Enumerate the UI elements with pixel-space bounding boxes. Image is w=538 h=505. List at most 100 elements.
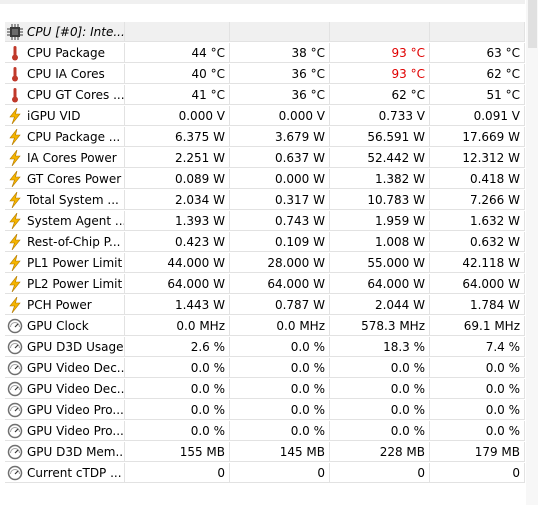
group-label-cell: CPU [#0]: Inte... [5, 22, 125, 42]
current-cell: 155 MB [125, 442, 230, 462]
sensor-row[interactable]: GT Cores Power 0.089 W 0.000 W 1.382 W 0.418… [5, 169, 525, 190]
sensor-row[interactable]: CPU GT Cores ... 41 °C 36 °C 62 °C 51 °C [5, 85, 525, 106]
lightning-icon [7, 254, 23, 272]
sensor-label: GPU D3D Mem... [27, 445, 125, 459]
avg-cell: 17.669 W [430, 127, 525, 147]
current-cell: 0.0 % [125, 358, 230, 378]
avg-cell: 64.000 W [430, 274, 525, 294]
sensor-row[interactable]: CPU Package 44 °C 38 °C 93 °C 63 °C [5, 43, 525, 64]
sensor-row[interactable]: GPU D3D Usage 2.6 % 0.0 % 18.3 % 7.4 % [5, 337, 525, 358]
avg-cell: 7.4 % [430, 337, 525, 357]
max-cell: 0.0 % [330, 421, 430, 441]
min-cell: 0.637 W [230, 148, 330, 168]
max-cell: 228 MB [330, 442, 430, 462]
max-cell: 52.442 W [330, 148, 430, 168]
sensor-label: Rest-of-Chip P... [27, 235, 121, 249]
sensor-row[interactable]: Current cTDP ... 0 0 0 0 [5, 463, 525, 484]
avg-cell: 51 °C [430, 85, 525, 105]
sensor-label-cell: iGPU VID [5, 106, 125, 126]
sensor-label: CPU GT Cores ... [27, 88, 125, 102]
sensor-label: PL1 Power Limit [27, 256, 123, 270]
sensor-label-cell: PCH Power [5, 295, 125, 315]
group-max-cell [330, 22, 430, 42]
max-cell: 0.733 V [330, 106, 430, 126]
min-cell: 0.787 W [230, 295, 330, 315]
group-avg-cell [430, 22, 525, 42]
min-cell: 0.000 W [230, 169, 330, 189]
avg-cell: 0.0 % [430, 421, 525, 441]
sensor-row[interactable]: Rest-of-Chip P... 0.423 W 0.109 W 1.008 W 0.… [5, 232, 525, 253]
sensor-row[interactable]: GPU Video Dec... 0.0 % 0.0 % 0.0 % 0.0 % [5, 379, 525, 400]
sensor-label-cell: GPU Video Pro... [5, 421, 125, 441]
sensor-label-cell: IA Cores Power [5, 148, 125, 168]
sensor-label-cell: CPU GT Cores ... [5, 85, 125, 105]
sensor-label: GPU D3D Usage [27, 340, 124, 354]
current-cell: 0.0 MHz [125, 316, 230, 336]
lightning-icon [7, 212, 23, 230]
sensor-label: PCH Power [27, 298, 92, 312]
avg-cell: 0.418 W [430, 169, 525, 189]
max-cell: 10.783 W [330, 190, 430, 210]
sensor-row[interactable]: PL2 Power Limit 64.000 W 64.000 W 64.000 W6… [5, 274, 525, 295]
max-cell: 56.591 W [330, 127, 430, 147]
sensor-label: GT Cores Power [27, 172, 122, 186]
min-cell: 64.000 W [230, 274, 330, 294]
lightning-icon [7, 275, 23, 293]
gauge-icon [7, 444, 23, 460]
avg-cell: 1.632 W [430, 211, 525, 231]
sensor-label: Current cTDP ... [27, 466, 122, 480]
current-cell: 40 °C [125, 64, 230, 84]
sensor-group-cpu[interactable]: CPU [#0]: Inte... [5, 22, 525, 43]
gauge-icon [7, 423, 23, 439]
sensor-row[interactable]: GPU Video Pro... 0.0 % 0.0 % 0.0 % 0.0 % [5, 421, 525, 442]
sensor-row[interactable]: GPU Video Pro... 0.0 % 0.0 % 0.0 % 0.0 % [5, 400, 525, 421]
sensor-row[interactable]: CPU IA Cores 40 °C 36 °C 93 °C 62 °C [5, 64, 525, 85]
current-cell: 41 °C [125, 85, 230, 105]
sensor-label: iGPU VID [27, 109, 81, 123]
min-cell: 0.0 % [230, 379, 330, 399]
sensor-label-cell: CPU IA Cores [5, 64, 125, 84]
min-cell: 145 MB [230, 442, 330, 462]
sensor-row[interactable]: PCH Power 1.443 W 0.787 W 2.044 W 1.784 W [5, 295, 525, 316]
sensor-row[interactable]: System Agent ... 1.393 W 0.743 W 1.959 W 1.6… [5, 211, 525, 232]
thermometer-icon [7, 87, 23, 103]
gauge-icon [7, 381, 23, 397]
lightning-icon [7, 170, 23, 188]
sensor-label: GPU Video Pro... [27, 424, 124, 438]
sensor-label-cell: GPU Video Pro... [5, 400, 125, 420]
sensor-label: System Agent ... [27, 214, 125, 228]
lightning-icon [7, 233, 23, 251]
sensor-label: CPU Package ... [27, 130, 121, 144]
current-cell: 44.000 W [125, 253, 230, 273]
chip-icon [7, 24, 23, 40]
current-cell: 0.423 W [125, 232, 230, 252]
min-cell: 0.743 W [230, 211, 330, 231]
sensor-row[interactable]: GPU D3D Mem... 155 MB 145 MB 228 MB 179 MB [5, 442, 525, 463]
sensor-row[interactable]: iGPU VID 0.000 V 0.000 V 0.733 V 0.091 V [5, 106, 525, 127]
avg-cell: 0.0 % [430, 358, 525, 378]
max-cell: 1.008 W [330, 232, 430, 252]
sensor-row[interactable]: CPU Package ... 6.375 W 3.679 W 56.591 W 17.… [5, 127, 525, 148]
avg-cell: 0.0 % [430, 379, 525, 399]
sensor-row[interactable]: GPU Clock 0.0 MHz 0.0 MHz 578.3 MHz 69.1 MHz [5, 316, 525, 337]
group-label: CPU [#0]: Inte... [27, 25, 125, 39]
sensor-row[interactable]: PL1 Power Limit 44.000 W 28.000 W 55.000 W4… [5, 253, 525, 274]
avg-cell: 7.266 W [430, 190, 525, 210]
vertical-scrollbar[interactable] [526, 0, 538, 505]
sensor-row[interactable]: IA Cores Power 2.251 W 0.637 W 52.442 W 12.3… [5, 148, 525, 169]
avg-cell: 62 °C [430, 64, 525, 84]
scrollbar-thumb[interactable] [528, 0, 537, 48]
max-cell: 55.000 W [330, 253, 430, 273]
group-min-cell [230, 22, 330, 42]
sensor-table: CPU [#0]: Inte... CPU Package 44 °C 38 °C 9… [5, 0, 525, 484]
current-cell: 0 [125, 463, 230, 483]
sensor-row[interactable]: GPU Video Dec... 0.0 % 0.0 % 0.0 % 0.0 % [5, 358, 525, 379]
sensor-row[interactable]: Total System ... 2.034 W 0.317 W 10.783 W 7.… [5, 190, 525, 211]
sensor-label: GPU Video Dec... [27, 361, 125, 375]
gauge-icon [7, 360, 23, 376]
min-cell: 0.0 % [230, 358, 330, 378]
max-cell: 93 °C [330, 64, 430, 84]
min-cell: 38 °C [230, 43, 330, 63]
min-cell: 36 °C [230, 85, 330, 105]
min-cell: 0.0 % [230, 400, 330, 420]
